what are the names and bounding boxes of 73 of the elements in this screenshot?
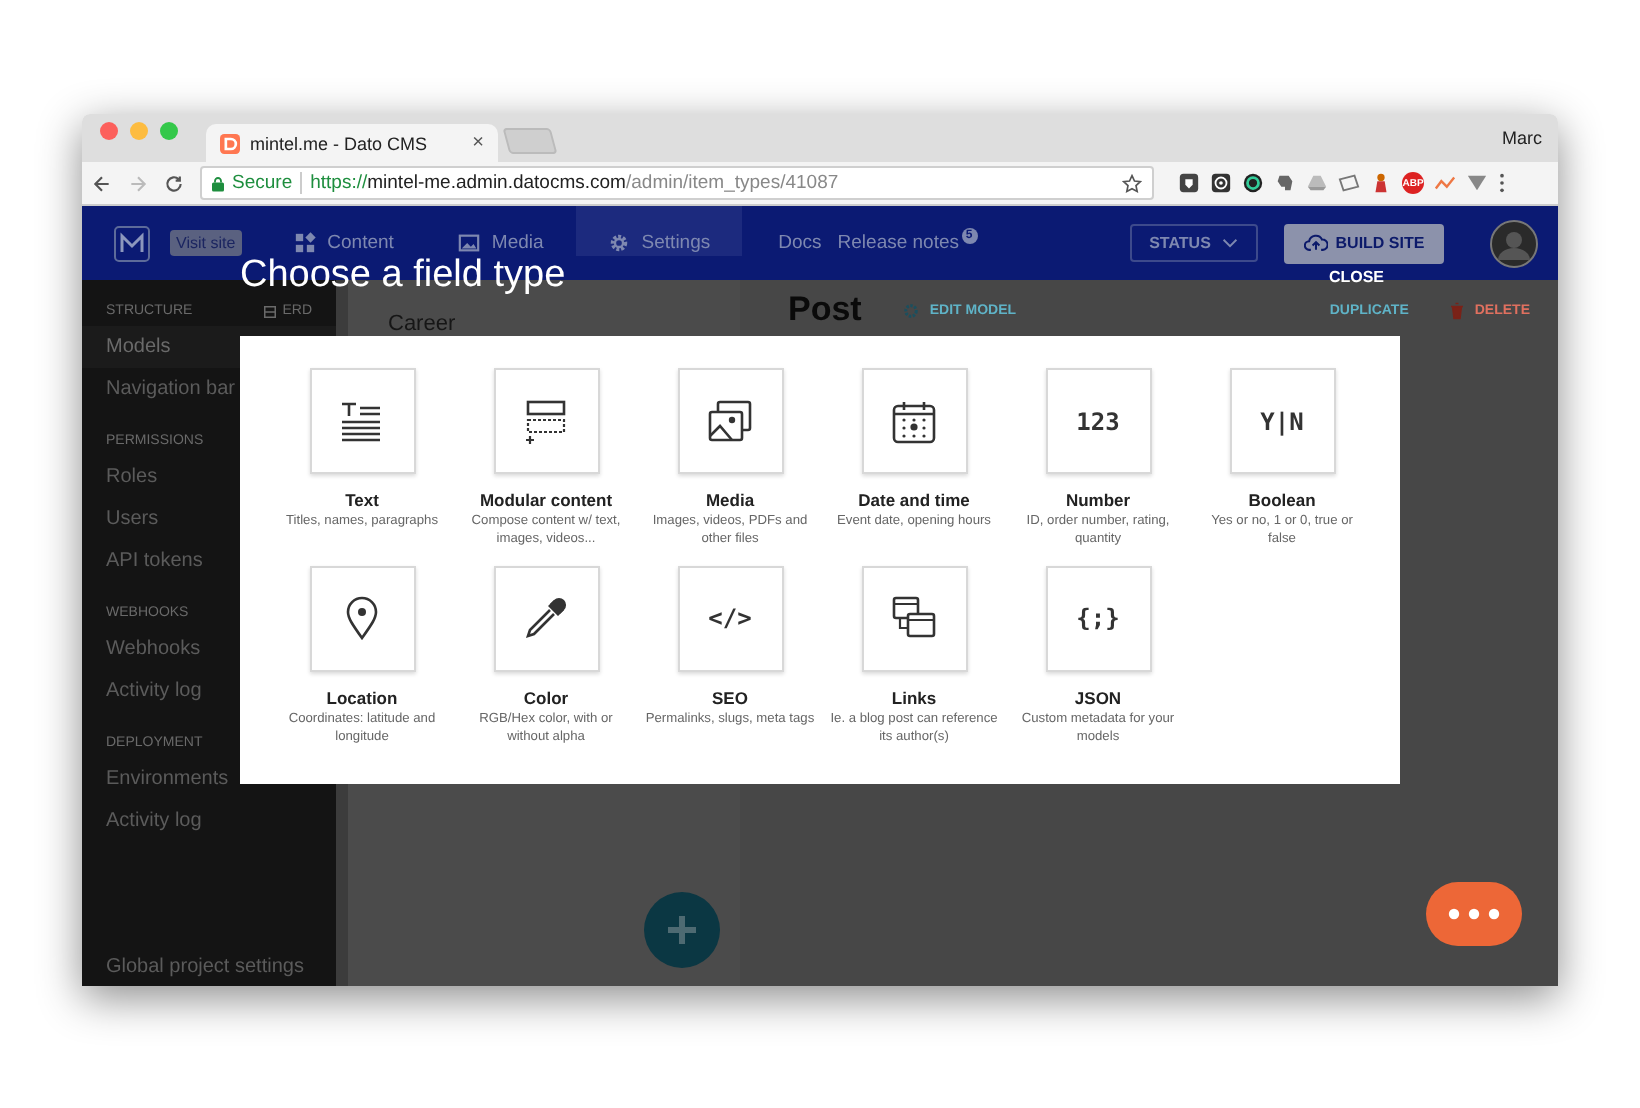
field-type-label: Media [705,490,755,510]
nav-tab[interactable]: Settings [575,206,743,256]
star-icon[interactable] [1122,173,1142,193]
address-field[interactable]: Secure https://mintel-me.admin.datocms.com/admin/item_types/41087 [200,166,1154,200]
menu-icon[interactable] [1498,172,1506,194]
close-button[interactable]: CLOSE [1328,268,1384,286]
url-text: https://mintel-me.admin.datocms.com/admin/item_types/41087 [310,172,841,194]
field-type-tile[interactable] [493,565,599,672]
sidebar-item[interactable]: Activity log [82,800,336,842]
field-type-tile[interactable] [861,368,967,474]
field-type-tile[interactable] [677,368,783,474]
trash-icon [1448,301,1467,319]
grid-icon [293,231,316,253]
atom-icon[interactable] [1210,172,1232,194]
field-type-tile[interactable]: </> [677,565,783,672]
text-lines-icon [338,397,386,445]
field-type-label: Date and time [858,490,970,510]
cloud-upload-icon [1303,234,1328,252]
braces-glyph: {;} [1076,604,1120,633]
nav-tab[interactable]: Content [261,206,426,256]
drive-icon[interactable] [1306,172,1328,194]
field-type-tile[interactable]: {;} [1045,565,1151,672]
release-notes-link[interactable]: Release notes [837,232,960,254]
field-type-tile[interactable]: Y|N [1229,368,1335,474]
secure-label: Secure [232,172,293,194]
number-glyph: 123 [1076,407,1120,435]
chart-line-icon[interactable] [1434,172,1456,194]
back-icon[interactable] [92,173,112,193]
docs-link[interactable]: Docs [778,232,822,254]
nav-tab[interactable]: Media [425,206,576,256]
logo-icon[interactable] [114,225,150,261]
calendar-icon [890,397,938,445]
dialog-title: Choose a field type [240,253,568,297]
lock-icon [212,175,224,191]
linked-windows-icon [890,594,938,643]
images-icon [706,397,754,445]
code-glyph: </> [708,604,752,633]
diagram-icon [264,305,277,317]
blocks-icon [522,397,570,445]
field-type-tile[interactable] [309,565,415,672]
field-type-label: Text [345,490,379,510]
visit-site-button[interactable]: Visit site [170,230,242,256]
build-site-button[interactable]: BUILD SITE [1284,223,1444,263]
field-type-tile[interactable] [309,368,415,474]
figure-icon[interactable] [1370,172,1392,194]
field-type-label: Color [523,687,569,708]
card-icon[interactable] [1338,172,1360,194]
shield-icon[interactable] [1178,172,1200,194]
sidebar-item[interactable]: Global project settings [82,956,336,978]
reload-icon[interactable] [164,173,184,193]
image-icon [457,231,480,253]
field-type-label: JSON [1074,687,1122,708]
field-type-label: Location [326,687,398,708]
field-type-tile[interactable]: 123 [1045,368,1151,474]
favicon-icon [220,133,240,153]
field-type-label: Modular content [479,490,613,510]
more-button[interactable] [1426,882,1522,946]
browser-tab[interactable]: mintel.me - Dato CMS × [206,124,498,162]
status-dropdown[interactable]: STATUS [1130,224,1258,262]
field-type-label: Number [1065,490,1131,510]
field-type-tile[interactable] [861,565,967,672]
field-type-tile[interactable] [493,368,599,474]
color-wheel-icon[interactable] [1242,172,1264,194]
avatar[interactable] [1490,219,1538,267]
field-type-label: SEO [712,687,748,708]
eyedropper-icon [522,594,570,643]
field-type-label: Boolean [1248,490,1316,510]
yes-no-glyph: Y|N [1260,407,1304,435]
record-title: Post [788,290,862,330]
profile-name[interactable]: Marc [1502,128,1558,148]
field-type-label: Links [891,687,937,708]
caret-icon [1222,238,1239,248]
close-tab-button[interactable]: × [472,132,484,154]
